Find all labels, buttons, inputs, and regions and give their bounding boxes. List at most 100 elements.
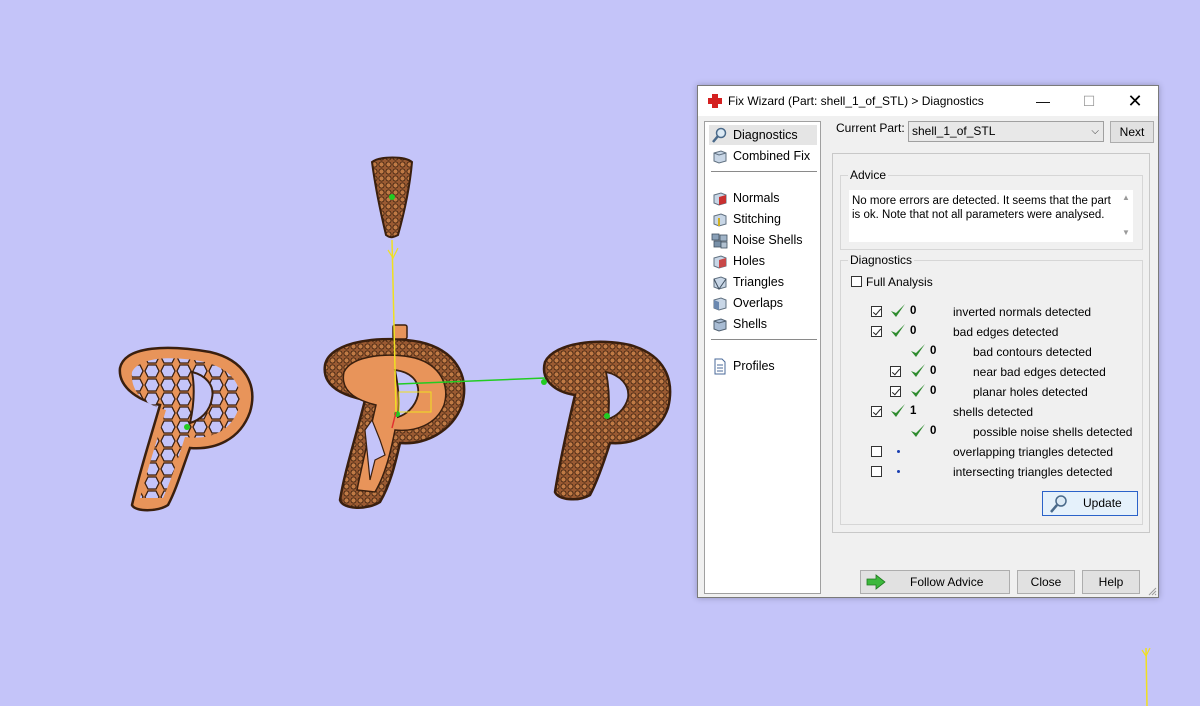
green-arrow-right-icon [866,574,886,590]
near-bad-edges-checkbox[interactable] [890,366,901,377]
check-ok-icon [891,324,905,337]
follow-advice-button[interactable]: Follow Advice [860,570,1010,594]
intersecting-triangles-label: intersecting triangles detected [953,465,1113,479]
current-part-dropdown[interactable]: shell_1_of_STL ⌵ [908,121,1104,142]
nav-item-label: Stitching [733,212,781,226]
close-window-button[interactable]: ✕ [1112,86,1158,116]
not-analysed-dot-icon [897,470,900,473]
nav-item-label: Profiles [733,359,775,373]
nav-item-normals[interactable]: Normals [709,188,817,208]
nav-item-label: Holes [733,254,765,268]
noise-shells-label: possible noise shells detected [973,425,1133,439]
nav-item-shells[interactable]: Shells [709,314,817,334]
title-bar[interactable]: Fix Wizard (Part: shell_1_of_STL) > Diag… [698,86,1158,116]
close-button[interactable]: Close [1017,570,1075,594]
check-ok-icon [911,424,925,437]
full-analysis-checkbox[interactable] [851,276,862,287]
nav-separator [711,171,817,172]
diagnostics-group: Diagnostics Full Analysis 0 inverted nor… [840,253,1143,525]
advice-group: Advice No more errors are detected. It s… [840,168,1143,250]
near-bad-edges-count: 0 [930,365,937,377]
bad-edges-checkbox[interactable] [871,326,882,337]
advice-text: No more errors are detected. It seems th… [852,195,1111,221]
document-icon [714,358,726,375]
maximize-button[interactable]: ☐ [1066,86,1112,116]
shells-count: 1 [910,405,917,417]
normals-cube-icon [713,192,727,206]
full-analysis-label: Full Analysis [866,275,933,289]
check-ok-icon [891,404,905,417]
stitching-cube-icon [713,213,727,227]
inverted-normals-count: 0 [910,305,917,317]
noise-shells-icon [711,233,728,249]
shells-cube-icon [713,318,727,332]
overlaps-cube-icon [713,297,727,311]
nav-item-stitching[interactable]: Stitching [709,209,817,229]
planar-holes-label: planar holes detected [973,385,1088,399]
advice-scrollbar[interactable]: ▲ ▼ [1119,190,1133,242]
cube-icon [713,150,727,164]
nav-separator [711,339,817,340]
check-ok-icon [911,364,925,377]
nav-item-label: Noise Shells [733,233,803,247]
window-title: Fix Wizard (Part: shell_1_of_STL) > Diag… [728,94,984,108]
shells-checkbox[interactable] [871,406,882,417]
inverted-normals-label: inverted normals detected [953,305,1092,319]
current-part-value: shell_1_of_STL [912,124,996,138]
nav-item-noise-shells[interactable]: Noise Shells [709,230,817,250]
nav-item-label: Triangles [733,275,784,289]
holes-cube-icon [713,255,727,269]
check-ok-icon [911,384,925,397]
check-ok-icon [891,304,905,317]
scroll-up-icon[interactable]: ▲ [1122,193,1130,202]
advice-textbox[interactable]: No more errors are detected. It seems th… [849,190,1133,242]
advice-group-title: Advice [848,168,889,182]
bad-edges-count: 0 [910,325,917,337]
minimize-button[interactable]: — [1020,86,1066,116]
magnifier-icon [712,127,727,143]
nav-item-combined-fix[interactable]: Combined Fix [709,146,817,166]
bad-edges-label: bad edges detected [953,325,1059,339]
update-button-label: Update [1083,496,1122,510]
check-ok-icon [911,344,925,357]
wizard-nav-list: Diagnostics Combined Fix Normals Stitchi… [704,121,821,594]
update-button[interactable]: Update [1042,491,1138,516]
nav-item-diagnostics[interactable]: Diagnostics [709,125,817,145]
noise-shells-count: 0 [930,425,937,437]
help-button[interactable]: Help [1082,570,1140,594]
triangles-cube-icon [713,276,727,290]
nav-item-label: Diagnostics [733,128,798,142]
pave-filled-letter-p-model[interactable] [542,340,672,501]
shells-label: shells detected [953,405,1034,419]
scroll-down-icon[interactable]: ▼ [1122,228,1130,237]
overlapping-triangles-label: overlapping triangles detected [953,445,1114,459]
nav-item-overlaps[interactable]: Overlaps [709,293,817,313]
red-cross-icon [708,94,722,108]
diagnostics-panel: Advice No more errors are detected. It s… [832,153,1150,533]
magnifier-icon [1050,495,1067,513]
bad-contours-count: 0 [930,345,937,357]
bail-model[interactable] [370,156,414,239]
near-bad-edges-label: near bad edges detected [973,365,1106,379]
follow-advice-label: Follow Advice [910,575,984,589]
current-part-label: Current Part: [836,121,905,135]
inverted-normals-checkbox[interactable] [871,306,882,317]
nav-item-label: Combined Fix [733,149,811,163]
diagnostics-group-title: Diagnostics [848,253,915,267]
planar-holes-checkbox[interactable] [890,386,901,397]
honeycomb-letter-p-model[interactable] [118,346,254,512]
not-analysed-dot-icon [897,450,900,453]
planar-holes-count: 0 [930,385,937,397]
nav-item-label: Normals [733,191,780,205]
resize-grip-icon[interactable] [1147,586,1157,596]
intersecting-triangles-checkbox[interactable] [871,466,882,477]
nav-item-label: Shells [733,317,768,331]
fix-wizard-dialog: Fix Wizard (Part: shell_1_of_STL) > Diag… [697,85,1159,598]
chevron-down-icon: ⌵ [1091,126,1099,137]
overlapping-triangles-checkbox[interactable] [871,446,882,457]
next-button[interactable]: Next [1110,121,1154,143]
nav-item-triangles[interactable]: Triangles [709,272,817,292]
nav-item-holes[interactable]: Holes [709,251,817,271]
nav-item-profiles[interactable]: Profiles [709,356,817,376]
bad-contours-label: bad contours detected [973,345,1092,359]
